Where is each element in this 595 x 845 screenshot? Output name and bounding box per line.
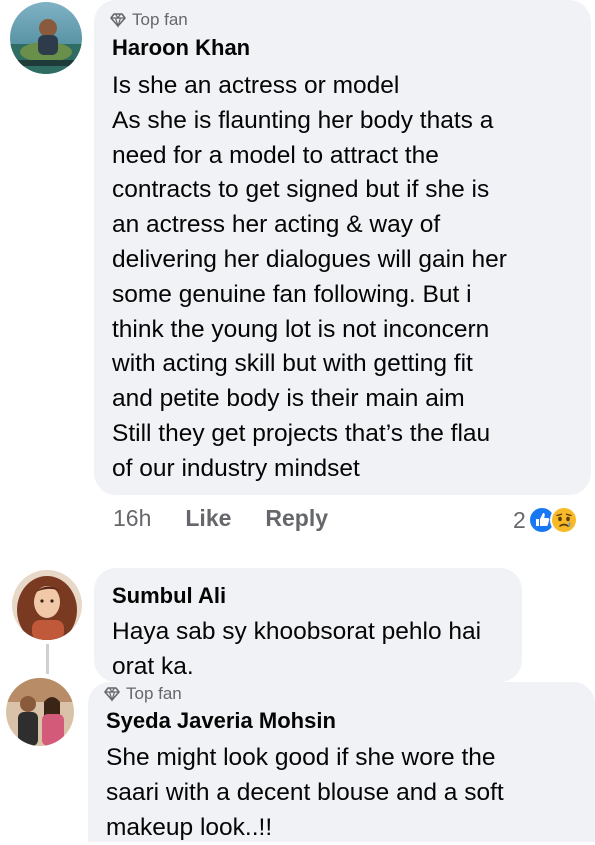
avatar-haroon-khan[interactable] bbox=[10, 2, 82, 74]
comment-line: Is she an actress or model bbox=[112, 72, 400, 99]
comment-line: As she is flaunting her body thats a bbox=[112, 106, 494, 134]
diamond-icon bbox=[104, 687, 120, 702]
comment-line: with acting skill but with getting fit bbox=[112, 350, 473, 378]
comment-line: She might look good if she wore the bbox=[106, 744, 496, 771]
comment-line: some genuine fan following. But i bbox=[112, 280, 472, 308]
comment-line: orat ka. bbox=[112, 652, 194, 680]
comment-line: Haya sab sy khoobsorat pehlo hai bbox=[112, 618, 482, 645]
comment-text: Haya sab sy khoobsorat pehlo hai orat ka… bbox=[112, 615, 481, 685]
timestamp[interactable]: 16h bbox=[113, 505, 151, 532]
comment-line: makeup look..!! bbox=[106, 813, 273, 841]
thread-line bbox=[46, 644, 49, 674]
avatar-syeda-javeria-mohsin[interactable] bbox=[6, 678, 74, 746]
comment-line: need for a model to attract the bbox=[112, 141, 439, 169]
top-fan-label: Top fan bbox=[132, 10, 188, 29]
comment-text: She might look good if she wore the saar… bbox=[106, 741, 504, 845]
sad-icon bbox=[549, 506, 578, 534]
comment-line: of our industry mindset bbox=[112, 454, 360, 482]
comment-line: and petite body is their main aim bbox=[112, 385, 465, 413]
comment-actions: 16h Like Reply bbox=[113, 505, 328, 532]
comment-bubble-sumbul-ali: Sumbul Ali Haya sab sy khoobsorat pehlo … bbox=[94, 568, 522, 682]
author-name[interactable]: Haroon Khan bbox=[112, 35, 250, 61]
comment-bubble-syeda-javeria-mohsin: Top fan Syeda Javeria Mohsin She might l… bbox=[88, 682, 595, 842]
comment-text: Is she an actress or model As she is fla… bbox=[112, 69, 507, 487]
avatar-sumbul-ali[interactable] bbox=[12, 570, 82, 640]
diamond-icon bbox=[110, 13, 126, 28]
like-button[interactable]: Like bbox=[185, 505, 231, 532]
reaction-count: 2 bbox=[513, 506, 526, 533]
comment-line: delivering her dialogues will gain her bbox=[112, 245, 507, 273]
comment-line: saari with a decent blouse and a soft bbox=[106, 778, 504, 806]
top-fan-label: Top fan bbox=[126, 684, 182, 703]
top-fan-badge: Top fan bbox=[104, 684, 182, 704]
comment-line: Still they get projects that’s the flau bbox=[112, 419, 491, 447]
reaction-summary[interactable]: 2 bbox=[513, 506, 578, 534]
comment-line: think the young lot is not inconcern bbox=[112, 315, 490, 343]
author-name[interactable]: Syeda Javeria Mohsin bbox=[106, 708, 336, 734]
comment-bubble-haroon-khan: Top fan Haroon Khan Is she an actress or… bbox=[94, 0, 591, 495]
comment-line: contracts to get signed but if she is bbox=[112, 176, 490, 204]
top-fan-badge: Top fan bbox=[110, 10, 188, 30]
comment-line: an actress her acting & way of bbox=[112, 211, 441, 239]
reply-button[interactable]: Reply bbox=[265, 505, 328, 532]
author-name[interactable]: Sumbul Ali bbox=[112, 583, 226, 609]
